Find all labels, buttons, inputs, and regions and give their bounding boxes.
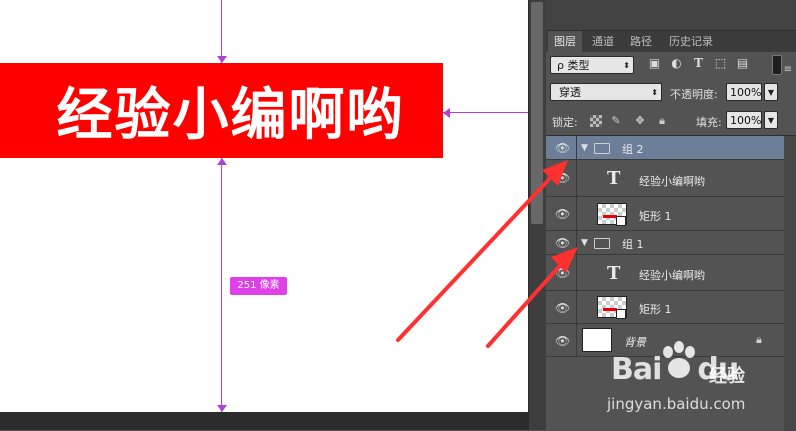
text-layer-thumbnail-icon: T xyxy=(607,263,621,284)
select-spinner-icon: ⬍ xyxy=(623,61,630,70)
lock-position-icon[interactable]: ✥ xyxy=(634,115,646,127)
panel-header-strip xyxy=(546,0,796,31)
tab-channels[interactable]: 通道 xyxy=(586,31,620,52)
panel-menu-icon[interactable]: ≡ xyxy=(784,64,792,75)
fill-label: 填充: xyxy=(696,116,722,129)
red-rectangle-banner[interactable]: 经验小编啊哟 xyxy=(0,63,443,158)
measure-arrow-up-icon xyxy=(217,158,227,165)
filter-kind-label: ρ 类型 xyxy=(557,59,590,72)
layer-name[interactable]: 矩形 1 xyxy=(639,208,672,224)
shape-layer-thumbnail xyxy=(597,203,627,226)
layer-row-group-2[interactable]: 👁︎ ▼ 组 2 xyxy=(546,136,784,160)
measure-arrow-down-icon xyxy=(217,405,227,412)
layer-name[interactable]: 矩形 1 xyxy=(639,301,672,317)
vertical-guide-top xyxy=(221,0,222,63)
blend-mode-select[interactable]: 穿透 ⬍ xyxy=(550,83,662,101)
layer-row-group-1[interactable]: 👁︎ ▼ 组 1 xyxy=(546,231,784,255)
shape-filter-icon[interactable]: ⬚ xyxy=(714,57,727,70)
tab-history[interactable]: 历史记录 xyxy=(662,31,720,52)
watermark-brand-jingyan: 经验 xyxy=(709,366,745,387)
shape-badge-icon xyxy=(616,216,626,226)
layers-scrollbar[interactable] xyxy=(784,136,796,431)
baidu-jingyan-watermark: Bai du 经验 jingyan.baidu.com xyxy=(583,340,763,415)
image-filter-icon[interactable]: ▣ xyxy=(648,57,661,70)
guide-arrow-left-icon xyxy=(443,108,450,118)
fill-dropdown-icon[interactable]: ▼ xyxy=(764,111,778,129)
opacity-value: 100% xyxy=(730,86,762,99)
lock-label: 锁定: xyxy=(552,116,578,129)
thumbnail-red-bar xyxy=(603,308,617,311)
canvas-bottom-area xyxy=(0,412,528,430)
layer-row-shape[interactable]: 👁︎ 矩形 1 xyxy=(546,197,784,231)
vertical-guide-measure xyxy=(221,158,222,412)
scrollbar-thumb[interactable] xyxy=(531,2,543,224)
visibility-eye-icon[interactable]: 👁︎ xyxy=(555,208,570,220)
banner-text: 经验小编啊哟 xyxy=(56,83,405,148)
eye-column-divider xyxy=(576,197,577,230)
document-canvas[interactable]: 经验小编啊哟 251 像素 xyxy=(0,0,528,412)
opacity-input[interactable]: 100% xyxy=(726,83,762,101)
fill-input[interactable]: 100% xyxy=(726,111,762,129)
layer-name[interactable]: 组 2 xyxy=(622,141,644,157)
shape-badge-icon xyxy=(616,309,626,319)
folder-icon xyxy=(594,238,610,249)
eye-column-divider xyxy=(576,231,577,254)
distance-measure-label: 251 像素 xyxy=(230,277,287,295)
visibility-eye-icon[interactable]: 👁︎ xyxy=(555,142,570,154)
visibility-eye-icon[interactable]: 👁︎ xyxy=(555,172,570,184)
expand-triangle-icon[interactable]: ▼ xyxy=(581,143,588,153)
layer-name[interactable]: 组 1 xyxy=(622,236,644,252)
tab-layers[interactable]: 图层 xyxy=(548,31,582,52)
fill-value: 100% xyxy=(730,114,762,127)
expand-triangle-icon[interactable]: ▼ xyxy=(581,238,588,248)
layer-row-text[interactable]: 👁︎ T 经验小编啊哟 xyxy=(546,255,784,291)
type-filter-icon[interactable]: T xyxy=(692,57,705,70)
watermark-url: jingyan.baidu.com xyxy=(607,395,746,413)
eye-column-divider xyxy=(576,255,577,290)
folder-icon xyxy=(594,143,610,154)
layer-name[interactable]: 经验小编啊哟 xyxy=(639,173,705,189)
text-layer-thumbnail-icon: T xyxy=(607,168,621,189)
filter-kind-select[interactable]: ρ 类型 ⬍ xyxy=(550,56,634,74)
visibility-eye-icon[interactable]: 👁︎ xyxy=(555,302,570,314)
visibility-eye-icon[interactable]: 👁︎ xyxy=(555,237,570,249)
layer-row-shape[interactable]: 👁︎ 矩形 1 xyxy=(546,291,784,324)
guide-arrow-down-top-icon xyxy=(217,56,227,63)
visibility-eye-icon[interactable]: 👁︎ xyxy=(555,267,570,279)
eye-column-divider xyxy=(576,324,577,356)
blend-mode-value: 穿透 xyxy=(559,86,581,99)
eye-column-divider xyxy=(576,160,577,196)
lock-transparent-pixels-icon[interactable] xyxy=(590,115,602,127)
layer-name[interactable]: 经验小编啊哟 xyxy=(639,267,705,283)
thumbnail-red-bar xyxy=(603,215,617,218)
horizontal-guide xyxy=(443,112,528,113)
eye-column-divider xyxy=(576,291,577,323)
eye-column-divider xyxy=(576,136,577,159)
shape-layer-thumbnail xyxy=(597,296,627,319)
lock-image-pixels-icon[interactable]: ✎ xyxy=(610,115,622,127)
lock-all-icon[interactable]: 🔒︎ xyxy=(656,115,668,127)
opacity-label: 不透明度: xyxy=(670,88,718,101)
smart-object-filter-icon[interactable]: ▤ xyxy=(736,57,749,70)
visibility-eye-icon[interactable]: 👁︎ xyxy=(555,335,570,347)
panel-tabs: 图层 通道 路径 历史记录 ≡ xyxy=(546,31,796,75)
canvas-vertical-scrollbar[interactable] xyxy=(528,0,546,430)
opacity-dropdown-icon[interactable]: ▼ xyxy=(764,83,778,101)
tab-paths[interactable]: 路径 xyxy=(624,31,658,52)
document-canvas-area[interactable]: 经验小编啊哟 251 像素 xyxy=(0,0,528,430)
layer-row-text[interactable]: 👁︎ T 经验小编啊哟 xyxy=(546,160,784,197)
filter-toggle-switch[interactable] xyxy=(772,55,782,75)
select-spinner-icon: ⬍ xyxy=(651,88,658,97)
adjustment-filter-icon[interactable]: ◐ xyxy=(670,57,683,70)
